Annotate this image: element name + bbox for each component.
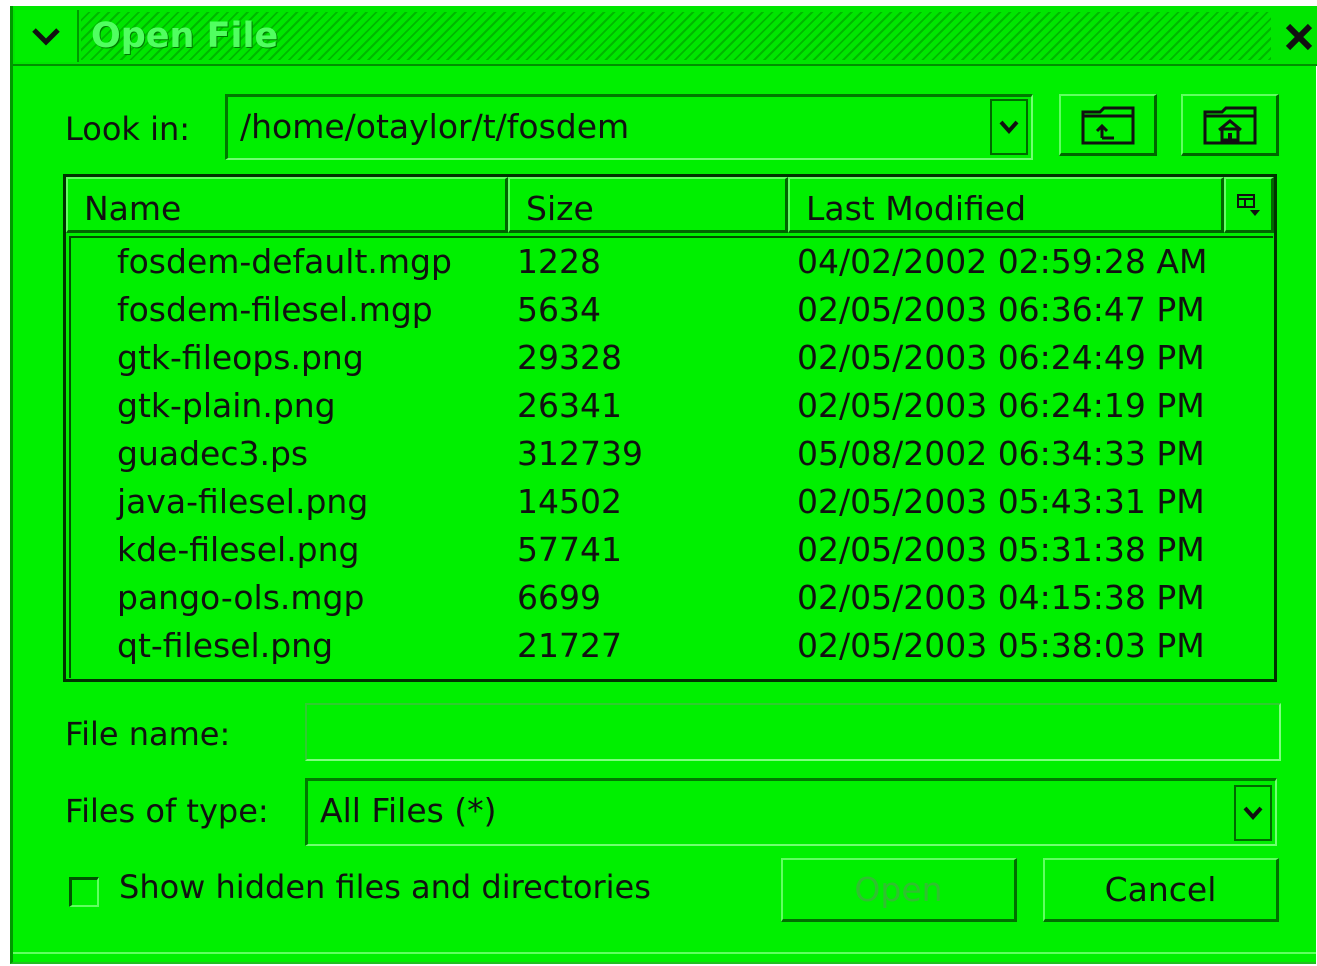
file-name-field[interactable] [305,703,1281,761]
file-modified-cell: 02/05/2003 06:24:49 PM [797,338,1205,377]
file-size-cell: 26341 [517,386,622,425]
file-name-label: File name: [65,715,231,753]
file-name-cell: fosdem-filesel.mgp [117,290,433,329]
file-type-dropdown-button[interactable] [1234,785,1272,841]
file-modified-cell: 02/05/2003 04:15:38 PM [797,578,1205,617]
chevron-down-icon [32,28,60,46]
file-modified-cell: 04/02/2002 02:59:28 AM [797,242,1208,281]
table-row[interactable]: fosdem-default.mgp 1228 04/02/2002 02:59… [71,238,1273,286]
file-type-combo[interactable]: All Files (*) [305,778,1277,846]
title-bar[interactable]: Open File [13,6,1317,66]
open-file-dialog: Open File Look in: /home/otaylor/t/fosde… [10,6,1317,964]
dialog-bottom-edge [13,952,1316,964]
column-header-last-modified[interactable]: Last Modified [788,177,1224,233]
close-icon [1285,23,1313,51]
parent-folder-button[interactable] [1059,94,1157,156]
table-row[interactable]: qt-filesel.png 21727 02/05/2003 05:38:03… [71,622,1273,670]
file-size-cell: 5634 [517,290,601,329]
file-modified-cell: 02/05/2003 05:38:03 PM [797,626,1205,665]
file-rows: fosdem-default.mgp 1228 04/02/2002 02:59… [69,236,1273,678]
folder-up-icon [1081,106,1134,144]
file-size-cell: 6699 [517,578,601,617]
table-row[interactable]: gtk-fileops.png 29328 02/05/2003 06:24:4… [71,334,1273,382]
column-header-name[interactable]: Name [66,177,508,233]
window-title: Open File [91,16,279,56]
look-in-path: /home/otaylor/t/fosdem [240,107,630,146]
file-modified-cell: 02/05/2003 05:31:38 PM [797,530,1205,569]
file-name-cell: kde-filesel.png [117,530,360,569]
column-select-icon [1236,193,1260,216]
file-type-value: All Files (*) [320,791,497,830]
chevron-down-icon [1243,806,1263,820]
file-modified-cell: 02/05/2003 05:43:31 PM [797,482,1205,521]
open-button[interactable]: Open [781,858,1017,922]
close-button[interactable] [1279,14,1317,60]
file-modified-cell: 02/05/2003 06:24:19 PM [797,386,1205,425]
file-name-cell: fosdem-default.mgp [117,242,452,281]
file-modified-cell: 05/08/2002 06:34:33 PM [797,434,1205,473]
table-row[interactable]: guadec3.ps 312739 05/08/2002 06:34:33 PM [71,430,1273,478]
file-modified-cell: 02/05/2003 06:36:47 PM [797,290,1205,329]
file-size-cell: 29328 [517,338,622,377]
show-hidden-label[interactable]: Show hidden files and directories [119,868,651,906]
folder-home-icon [1203,106,1256,144]
table-row[interactable]: fosdem-filesel.mgp 5634 02/05/2003 06:36… [71,286,1273,334]
table-row[interactable]: gtk-plain.png 26341 02/05/2003 06:24:19 … [71,382,1273,430]
table-row[interactable]: java-filesel.png 14502 02/05/2003 05:43:… [71,478,1273,526]
file-size-cell: 21727 [517,626,622,665]
file-size-cell: 14502 [517,482,622,521]
show-hidden-checkbox[interactable] [69,877,99,907]
file-size-cell: 312739 [517,434,643,473]
chevron-down-icon [999,120,1019,134]
file-name-cell: qt-filesel.png [117,626,334,665]
file-size-cell: 1228 [517,242,601,281]
table-row[interactable]: pango-ols.mgp 6699 02/05/2003 04:15:38 P… [71,574,1273,622]
file-list-header: Name Size Last Modified [66,177,1274,233]
look-in-combo[interactable]: /home/otaylor/t/fosdem [225,94,1033,160]
file-name-cell: guadec3.ps [117,434,309,473]
look-in-dropdown-button[interactable] [990,99,1028,155]
window-menu-button[interactable] [15,10,79,62]
home-folder-button[interactable] [1181,94,1279,156]
file-name-cell: java-filesel.png [117,482,369,521]
file-name-cell: pango-ols.mgp [117,578,365,617]
column-options-button[interactable] [1224,177,1274,233]
cancel-button[interactable]: Cancel [1043,858,1279,922]
file-name-cell: gtk-fileops.png [117,338,364,377]
file-list[interactable]: Name Size Last Modified fosdem-default.m… [63,174,1277,682]
file-name-cell: gtk-plain.png [117,386,336,425]
column-header-size[interactable]: Size [508,177,788,233]
table-row[interactable]: kde-filesel.png 57741 02/05/2003 05:31:3… [71,526,1273,574]
file-name-input[interactable] [307,705,1279,759]
file-size-cell: 57741 [517,530,622,569]
look-in-label: Look in: [65,110,191,148]
files-of-type-label: Files of type: [65,792,269,830]
